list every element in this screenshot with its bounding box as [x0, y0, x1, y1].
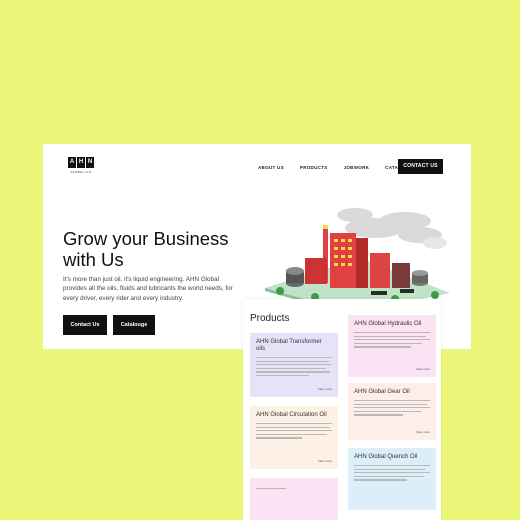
- contact-us-button[interactable]: Contact Us: [63, 315, 107, 335]
- product-description: [354, 465, 430, 481]
- factory-illustration: [265, 208, 450, 313]
- hero-title: Grow your Business with Us: [63, 228, 229, 270]
- product-card-circulation-oil[interactable]: AHN Global Circulation Oil View more: [250, 406, 338, 469]
- catalogue-button[interactable]: Catalouge: [113, 315, 155, 335]
- logo-letter: H: [77, 157, 85, 168]
- product-description: [354, 332, 430, 348]
- product-description: [354, 400, 430, 416]
- logo-tagline: GLOBAL LLC: [70, 170, 92, 174]
- product-card-transformer-oils[interactable]: AHN Global Transformer oils View more: [250, 333, 338, 397]
- product-card-partial[interactable]: [250, 478, 338, 520]
- top-nav: ABOUT US PRODUCTS JOBWORK CATALOGUE: [258, 165, 416, 170]
- view-more-link[interactable]: View more: [318, 459, 332, 463]
- product-name: AHN Global Gear Oil: [354, 389, 410, 395]
- product-card-quench-oil[interactable]: AHN Global Quench Oil: [348, 448, 436, 510]
- view-more-link[interactable]: View more: [318, 387, 332, 391]
- product-card-gear-oil[interactable]: AHN Global Gear Oil View more: [348, 383, 436, 440]
- logo-letter: A: [68, 157, 76, 168]
- product-description: [256, 357, 332, 377]
- product-card-hydraulic-oil[interactable]: AHN Global Hydraulic Oil View more: [348, 315, 436, 377]
- view-more-link[interactable]: View more: [416, 430, 430, 434]
- products-panel: Products AHN Global Transformer oils Vie…: [243, 299, 441, 520]
- product-description: [256, 488, 332, 490]
- nav-contact-button[interactable]: CONTACT US: [398, 159, 443, 174]
- hero-description: It's more than just oil, it's liquid eng…: [63, 276, 233, 302]
- logo-letter: N: [86, 157, 94, 168]
- nav-jobwork[interactable]: JOBWORK: [344, 165, 370, 170]
- products-title: Products: [250, 313, 290, 324]
- nav-products[interactable]: PRODUCTS: [300, 165, 328, 170]
- product-description: [256, 423, 332, 439]
- nav-about-us[interactable]: ABOUT US: [258, 165, 284, 170]
- product-name: AHN Global Quench Oil: [354, 454, 418, 460]
- product-name: AHN Global Transformer oils: [256, 339, 322, 352]
- product-name: AHN Global Hydraulic Oil: [354, 321, 422, 327]
- ahn-logo[interactable]: A H N GLOBAL LLC: [68, 157, 94, 178]
- view-more-link[interactable]: View more: [416, 367, 430, 371]
- product-name: AHN Global Circulation Oil: [256, 412, 327, 418]
